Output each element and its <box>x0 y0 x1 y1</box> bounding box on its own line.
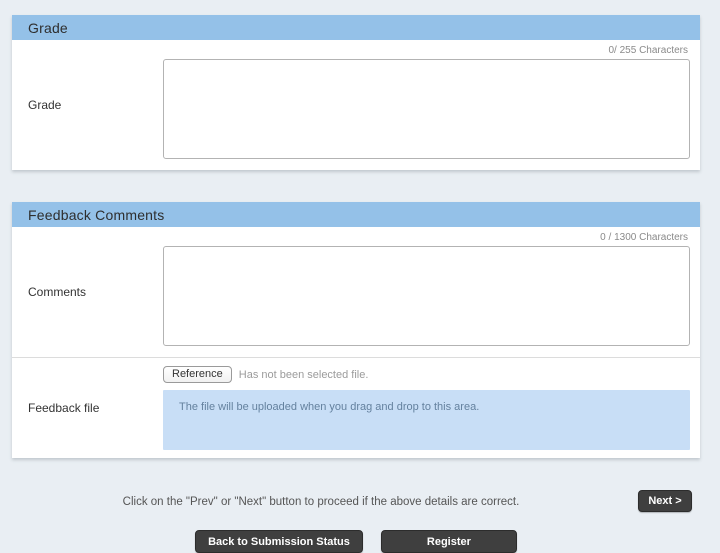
feedback-file-content: Reference Has not been selected file. Th… <box>163 358 700 458</box>
grade-row: Grade 0/ 255 Characters <box>12 40 700 170</box>
next-button[interactable]: Next > <box>638 490 692 512</box>
grading-page: Grade Grade 0/ 255 Characters Feedback C… <box>0 0 720 553</box>
feedback-section-header: Feedback Comments <box>12 202 700 227</box>
grade-section: Grade Grade 0/ 255 Characters <box>12 15 700 170</box>
grade-content: 0/ 255 Characters <box>163 40 700 170</box>
comments-row: Comments 0 / 1300 Characters <box>12 227 700 357</box>
grade-input[interactable] <box>163 59 690 159</box>
grade-label: Grade <box>12 40 163 170</box>
feedback-file-label: Feedback file <box>12 358 163 458</box>
comments-char-counter: 0 / 1300 Characters <box>163 227 690 246</box>
instruction-text: Click on the "Prev" or "Next" button to … <box>12 496 630 508</box>
bottom-buttons: Back to Submission Status Register <box>12 530 700 553</box>
file-status-text: Has not been selected file. <box>239 369 369 381</box>
feedback-file-row: Feedback file Reference Has not been sel… <box>12 357 700 458</box>
grade-section-header: Grade <box>12 15 700 40</box>
file-dropzone[interactable]: The file will be uploaded when you drag … <box>163 390 690 450</box>
comments-label: Comments <box>12 227 163 357</box>
comments-input[interactable] <box>163 246 690 346</box>
grade-char-counter: 0/ 255 Characters <box>163 40 690 59</box>
feedback-section: Feedback Comments Comments 0 / 1300 Char… <box>12 202 700 458</box>
comments-content: 0 / 1300 Characters <box>163 227 700 357</box>
file-picker-line: Reference Has not been selected file. <box>163 366 690 383</box>
footer-instruction-row: Click on the "Prev" or "Next" button to … <box>12 490 700 520</box>
register-button[interactable]: Register <box>381 530 517 553</box>
back-to-submission-status-button[interactable]: Back to Submission Status <box>195 530 363 553</box>
reference-file-button[interactable]: Reference <box>163 366 232 383</box>
